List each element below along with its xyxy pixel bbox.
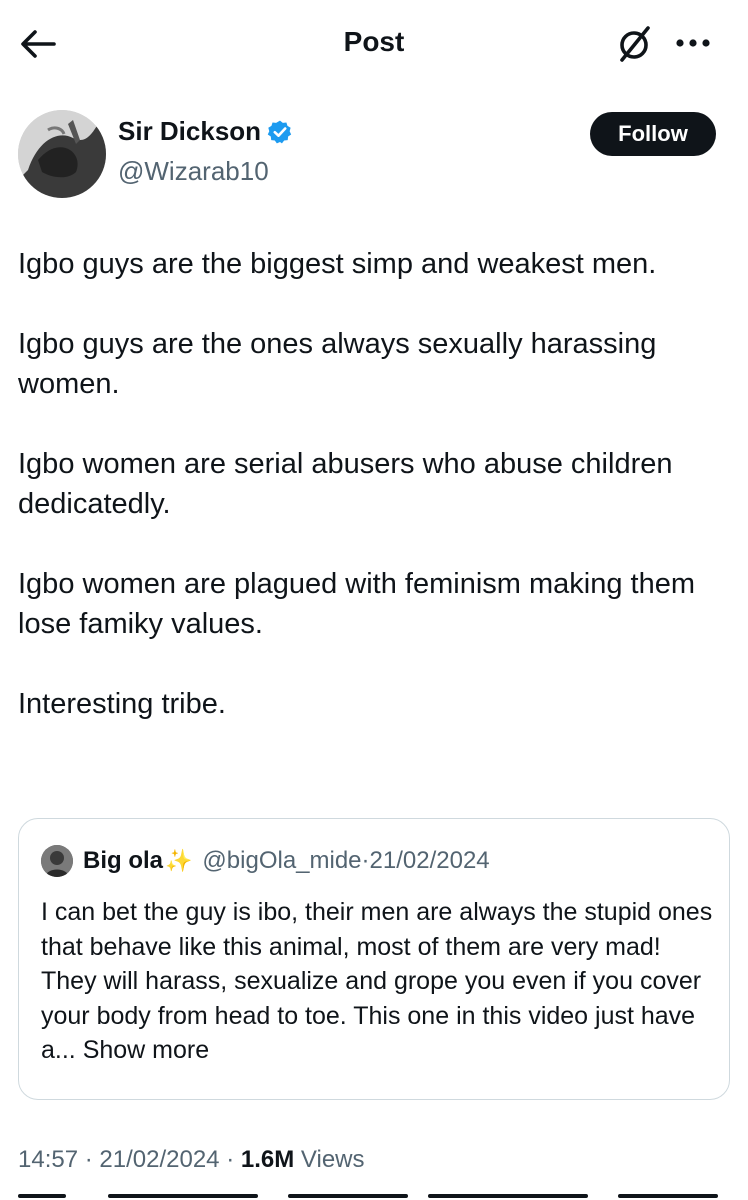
grok-icon: [620, 26, 650, 62]
author-name[interactable]: Sir Dickson: [118, 116, 261, 147]
quoted-author-handle[interactable]: @bigOla_mide: [202, 847, 361, 875]
separator-dot: ·: [361, 847, 370, 874]
follow-button[interactable]: Follow: [590, 112, 716, 156]
post-page: Post Sir Dickson @Wizarab10 Follow Igbo …: [0, 0, 748, 1200]
quoted-post-text: I can bet the guy is ibo, their men are …: [41, 895, 713, 1068]
quoted-post-header: Big ola ✨ @bigOla_mide · 21/02/2024: [41, 845, 490, 877]
author-handle[interactable]: @Wizarab10: [118, 156, 269, 187]
views-count[interactable]: 1.6M: [241, 1146, 294, 1173]
post-paragraph: Igbo guys are the biggest simp and weake…: [18, 248, 657, 280]
post-paragraph: Igbo women are serial abusers who abuse …: [18, 448, 673, 520]
more-button[interactable]: [672, 28, 714, 58]
more-horizontal-icon: [676, 39, 710, 47]
views-label: Views: [300, 1146, 365, 1173]
author-avatar[interactable]: [18, 110, 106, 198]
verified-badge-icon: [267, 120, 292, 143]
post-paragraph: Igbo women are plagued with feminism mak…: [18, 568, 695, 640]
quoted-post-date: 21/02/2024: [369, 847, 490, 874]
cutoff-text-line: [18, 1188, 718, 1200]
top-bar: Post: [0, 0, 748, 88]
separator-dot: ·: [84, 1146, 93, 1173]
sparkle-icon: ✨: [165, 848, 193, 873]
quoted-author-avatar[interactable]: [41, 845, 73, 877]
quoted-author-name[interactable]: Big ola: [83, 847, 163, 875]
show-more-link[interactable]: Show more: [83, 1036, 209, 1064]
avatar-image: [18, 110, 106, 198]
separator-dot: ·: [226, 1146, 235, 1173]
post-paragraph: Igbo guys are the ones always sexually h…: [18, 328, 657, 400]
post-date: 21/02/2024: [99, 1146, 220, 1173]
post-paragraph: Interesting tribe.: [18, 688, 226, 720]
post-time: 14:57: [18, 1146, 79, 1173]
author-name-row[interactable]: Sir Dickson: [118, 116, 293, 147]
post-meta: 14:57 · 21/02/2024 · 1.6M Views: [18, 1146, 365, 1174]
avatar-image: [41, 845, 73, 877]
quoted-post[interactable]: Big ola ✨ @bigOla_mide · 21/02/2024 I ca…: [18, 818, 730, 1100]
post-text: Igbo guys are the biggest simp and weake…: [18, 244, 734, 764]
grok-button[interactable]: [614, 22, 656, 64]
